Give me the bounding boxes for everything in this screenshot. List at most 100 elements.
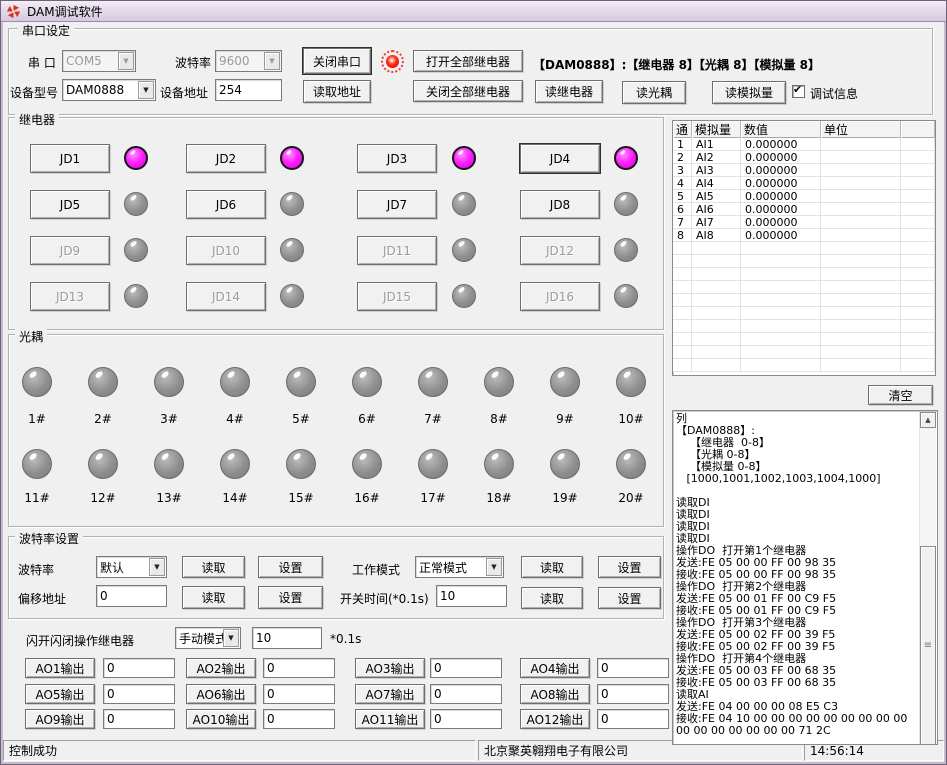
log-text: 列 【DAM0888】: 【继电器 0-8】 【光耦 0-8】 【模拟量 0-8… bbox=[676, 413, 917, 737]
ao-button-3[interactable]: AO3输出 bbox=[355, 658, 425, 678]
table-row: 8AI80.000000 bbox=[673, 229, 935, 242]
port-label: 串 口 bbox=[28, 54, 56, 71]
scrollbar-up-icon[interactable]: ▲ bbox=[920, 412, 936, 428]
relay-button-jd3[interactable]: JD3 bbox=[357, 144, 437, 173]
read-offset-button[interactable]: 读取 bbox=[182, 586, 245, 609]
ao-input-8[interactable] bbox=[597, 684, 669, 704]
ao-input-10[interactable] bbox=[263, 709, 335, 729]
close-all-relays-button[interactable]: 关闭全部继电器 bbox=[413, 80, 523, 102]
relay-button-jd6[interactable]: JD6 bbox=[186, 190, 266, 219]
ao-button-10[interactable]: AO10输出 bbox=[186, 709, 256, 729]
table-cell bbox=[901, 242, 935, 255]
relay-button-jd7[interactable]: JD7 bbox=[357, 190, 437, 219]
table-row bbox=[673, 268, 935, 281]
set-offset-button[interactable]: 设置 bbox=[258, 586, 323, 609]
opto-label-18: 18# bbox=[479, 491, 519, 505]
relay-button-jd2[interactable]: JD2 bbox=[186, 144, 266, 173]
table-cell: 0.000000 bbox=[741, 164, 821, 177]
ao-input-11[interactable] bbox=[430, 709, 502, 729]
table-row: 3AI30.000000 bbox=[673, 164, 935, 177]
relay-button-jd9[interactable]: JD9 bbox=[30, 236, 110, 265]
device-model-value: DAM0888 bbox=[63, 83, 138, 97]
set-baud-button[interactable]: 设置 bbox=[258, 556, 323, 578]
table-cell bbox=[741, 346, 821, 359]
ao-button-1[interactable]: AO1输出 bbox=[25, 658, 95, 678]
ao-button-11[interactable]: AO11输出 bbox=[355, 709, 425, 729]
ao-input-3[interactable] bbox=[430, 658, 502, 678]
relay-button-jd16[interactable]: JD16 bbox=[520, 282, 600, 311]
device-address-input[interactable] bbox=[215, 79, 282, 101]
app-icon bbox=[6, 4, 21, 19]
read-relay-button[interactable]: 读继电器 bbox=[535, 80, 603, 103]
ao-input-12[interactable] bbox=[597, 709, 669, 729]
read-workmode-button[interactable]: 读取 bbox=[521, 556, 583, 578]
close-serial-button[interactable]: 关闭串口 bbox=[303, 48, 371, 74]
relay-button-jd15[interactable]: JD15 bbox=[357, 282, 437, 311]
ao-input-7[interactable] bbox=[430, 684, 502, 704]
baud-rate-select[interactable]: 9600 ▼ bbox=[215, 50, 282, 72]
offset-input[interactable] bbox=[96, 585, 167, 607]
table-cell: 6 bbox=[673, 203, 692, 216]
log-scrollbar[interactable]: ▲ ≡ bbox=[919, 412, 936, 744]
relay-button-jd14[interactable]: JD14 bbox=[186, 282, 266, 311]
ao-button-6[interactable]: AO6输出 bbox=[186, 684, 256, 704]
analog-col-header bbox=[901, 121, 935, 138]
relay-button-jd10[interactable]: JD10 bbox=[186, 236, 266, 265]
relay-button-jd4[interactable]: JD4 bbox=[520, 144, 600, 173]
flash-mode-select[interactable]: 手动模式 ▼ bbox=[175, 627, 241, 649]
relay-led-jd1 bbox=[124, 146, 148, 170]
relay-button-jd8[interactable]: JD8 bbox=[520, 190, 600, 219]
relay-led-jd6 bbox=[280, 192, 304, 216]
read-opto-button[interactable]: 读光耦 bbox=[622, 81, 686, 104]
open-all-relays-button[interactable]: 打开全部继电器 bbox=[413, 50, 523, 72]
set-workmode-button[interactable]: 设置 bbox=[598, 556, 661, 578]
relay-button-jd12[interactable]: JD12 bbox=[520, 236, 600, 265]
read-address-button[interactable]: 读取地址 bbox=[303, 80, 371, 103]
table-cell bbox=[692, 281, 741, 294]
ao-button-2[interactable]: AO2输出 bbox=[186, 658, 256, 678]
ao-input-9[interactable] bbox=[103, 709, 175, 729]
opto-led-4 bbox=[220, 367, 250, 397]
table-cell bbox=[741, 255, 821, 268]
ao-button-9[interactable]: AO9输出 bbox=[25, 709, 95, 729]
opto-led-14 bbox=[220, 449, 250, 479]
opto-label-16: 16# bbox=[347, 491, 387, 505]
ao-input-2[interactable] bbox=[263, 658, 335, 678]
opto-label-1: 1# bbox=[17, 412, 57, 426]
clear-log-button[interactable]: 清空 bbox=[868, 385, 933, 405]
flash-time-input[interactable] bbox=[252, 627, 322, 649]
work-mode-select[interactable]: 正常模式 ▼ bbox=[415, 556, 504, 578]
scrollbar-thumb[interactable]: ≡ bbox=[920, 546, 936, 745]
relay-button-jd5[interactable]: JD5 bbox=[30, 190, 110, 219]
relay-button-jd1[interactable]: JD1 bbox=[30, 144, 110, 173]
opto-label-13: 13# bbox=[149, 491, 189, 505]
table-cell bbox=[673, 255, 692, 268]
switch-time-input[interactable] bbox=[436, 585, 507, 607]
log-panel[interactable]: 列 【DAM0888】: 【继电器 0-8】 【光耦 0-8】 【模拟量 0-8… bbox=[672, 410, 938, 745]
opto-led-6 bbox=[352, 367, 382, 397]
relay-button-jd11[interactable]: JD11 bbox=[357, 236, 437, 265]
read-switchtime-button[interactable]: 读取 bbox=[521, 587, 583, 609]
relay-button-jd13[interactable]: JD13 bbox=[30, 282, 110, 311]
ao-input-6[interactable] bbox=[263, 684, 335, 704]
ao-button-4[interactable]: AO4输出 bbox=[520, 658, 590, 678]
ao-button-5[interactable]: AO5输出 bbox=[25, 684, 95, 704]
read-baud-button[interactable]: 读取 bbox=[182, 556, 245, 578]
ao-input-5[interactable] bbox=[103, 684, 175, 704]
device-model-select[interactable]: DAM0888 ▼ bbox=[62, 79, 156, 101]
ao-input-1[interactable] bbox=[103, 658, 175, 678]
set-switchtime-button[interactable]: 设置 bbox=[598, 587, 661, 609]
opto-label-11: 11# bbox=[17, 491, 57, 505]
relay-led-jd7 bbox=[452, 192, 476, 216]
ao-button-7[interactable]: AO7输出 bbox=[355, 684, 425, 704]
debug-info-checkbox[interactable]: ✔ bbox=[792, 85, 805, 98]
ao-input-4[interactable] bbox=[597, 658, 669, 678]
ao-button-8[interactable]: AO8输出 bbox=[520, 684, 590, 704]
table-cell: 0.000000 bbox=[741, 151, 821, 164]
opto-label-10: 10# bbox=[611, 412, 651, 426]
offset-label: 偏移地址 bbox=[18, 590, 66, 607]
baud-default-select[interactable]: 默认 ▼ bbox=[96, 556, 167, 578]
ao-button-12[interactable]: AO12输出 bbox=[520, 709, 590, 729]
read-analog-button[interactable]: 读模拟量 bbox=[712, 81, 786, 104]
com-port-select[interactable]: COM5 ▼ bbox=[62, 50, 136, 72]
